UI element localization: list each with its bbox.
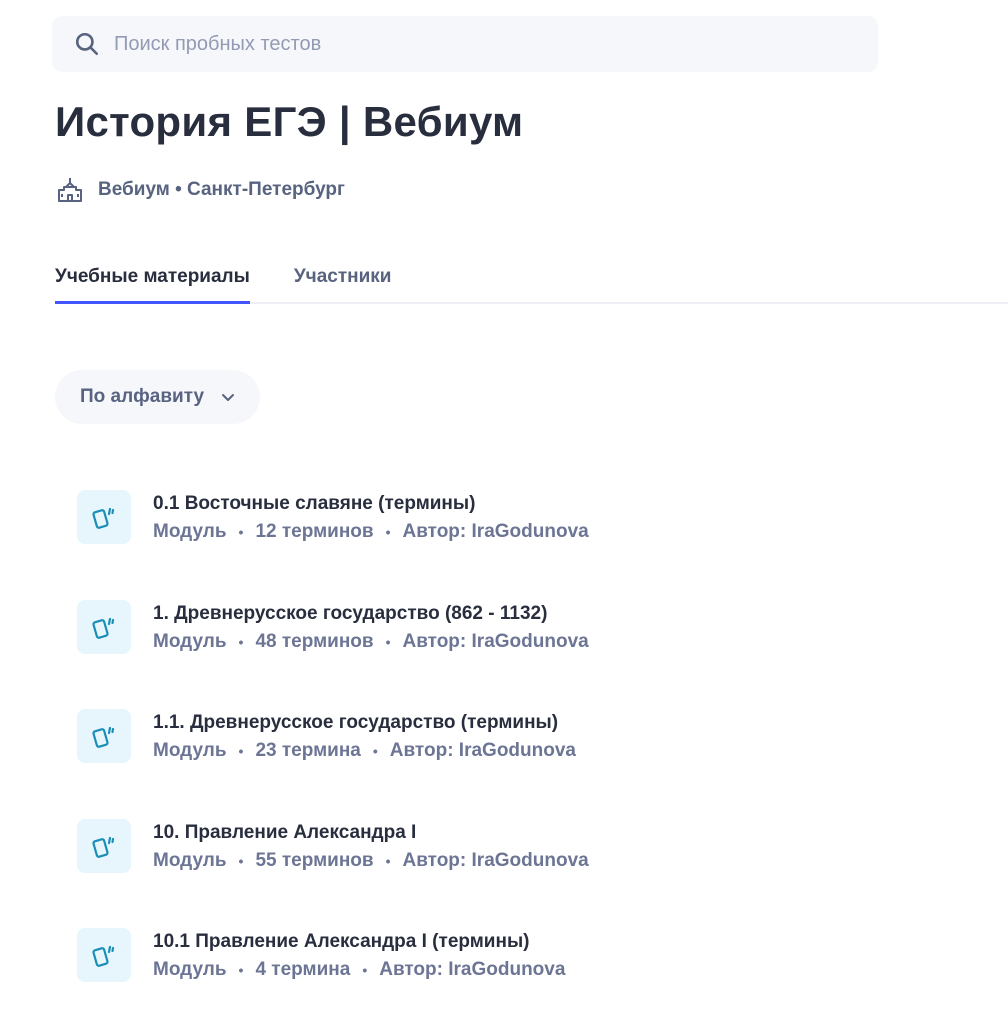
item-author[interactable]: Автор: IraGodunova — [403, 848, 589, 874]
list-item[interactable]: 10.1 Правление Александра I (термины) Мо… — [77, 926, 977, 1036]
flashcards-icon — [77, 928, 131, 982]
item-type: Модуль — [153, 521, 227, 542]
item-title: 1.1. Древнерусское государство (термины) — [153, 712, 559, 733]
separator-dot: • — [238, 852, 244, 869]
study-set-list: 0.1 Восточные славяне (термины) Модуль •… — [77, 488, 977, 1036]
tab-members[interactable]: Участники — [294, 258, 392, 304]
item-term-count: 4 термина — [255, 959, 351, 980]
sort-label: По алфавиту — [80, 386, 205, 407]
tab-bar: Учебные материалы Участники — [55, 258, 1008, 304]
page-title: История ЕГЭ | Вебиум — [55, 98, 524, 145]
item-author[interactable]: Автор: IraGodunova — [379, 957, 565, 983]
item-term-count: 23 термина — [255, 740, 361, 761]
item-meta: Модуль • 55 терминов • Автор: IraGodunov… — [153, 848, 589, 874]
tab-study-materials[interactable]: Учебные материалы — [55, 258, 250, 304]
item-meta: Модуль • 4 термина • Автор: IraGodunova — [153, 957, 565, 983]
separator-dot: • — [238, 524, 244, 540]
sort-dropdown[interactable]: По алфавиту — [55, 370, 260, 424]
item-author[interactable]: Автор: IraGodunova — [403, 519, 589, 545]
item-term-count: 12 терминов — [255, 521, 374, 542]
item-meta: Модуль • 12 терминов • Автор: IraGodunov… — [153, 519, 589, 545]
separator-dot: • — [362, 962, 368, 978]
item-type: Модуль — [153, 959, 227, 980]
item-title: 10.1 Правление Александра I (термины) — [153, 931, 530, 952]
chevron-down-icon — [222, 394, 235, 401]
item-title: 0.1 Восточные славяне (термины) — [153, 493, 476, 514]
item-meta: Модуль • 23 термина • Автор: IraGodunova — [153, 738, 576, 764]
school-building-icon — [58, 178, 82, 202]
search-icon — [75, 32, 99, 56]
separator-dot: • — [372, 743, 378, 759]
item-type: Модуль — [153, 740, 227, 761]
item-title: 1. Древнерусское государство (862 - 1132… — [153, 602, 548, 624]
item-type: Модуль — [153, 849, 227, 871]
separator-dot: • — [238, 633, 244, 650]
list-item[interactable]: 1.1. Древнерусское государство (термины)… — [77, 707, 977, 817]
separator-dot: • — [385, 524, 391, 540]
item-term-count: 55 терминов — [255, 849, 374, 871]
item-meta: Модуль • 48 терминов • Автор: IraGodunov… — [153, 629, 589, 655]
separator-dot: • — [238, 743, 244, 759]
item-author[interactable]: Автор: IraGodunova — [390, 738, 576, 764]
organization-label: Вебиум • Санкт-Петербург — [98, 179, 345, 200]
item-author[interactable]: Автор: IraGodunova — [403, 629, 589, 655]
flashcards-icon — [77, 709, 131, 763]
flashcards-icon — [77, 818, 131, 873]
list-item[interactable]: 10. Правление Александра I Модуль • 55 т… — [77, 817, 977, 927]
separator-dot: • — [385, 633, 391, 650]
flashcards-icon — [77, 490, 131, 544]
list-item[interactable]: 0.1 Восточные славяне (термины) Модуль •… — [77, 488, 977, 598]
separator-dot: • — [238, 962, 244, 978]
item-title: 10. Правление Александра I — [153, 821, 417, 843]
item-term-count: 48 терминов — [255, 630, 374, 652]
separator-dot: • — [385, 852, 391, 869]
item-type: Модуль — [153, 630, 227, 652]
search-input[interactable] — [114, 32, 754, 56]
flashcards-icon — [77, 599, 131, 654]
organization-info[interactable]: Вебиум • Санкт-Петербург — [56, 174, 345, 206]
list-item[interactable]: 1. Древнерусское государство (862 - 1132… — [77, 598, 977, 708]
search-bar[interactable] — [52, 16, 878, 72]
